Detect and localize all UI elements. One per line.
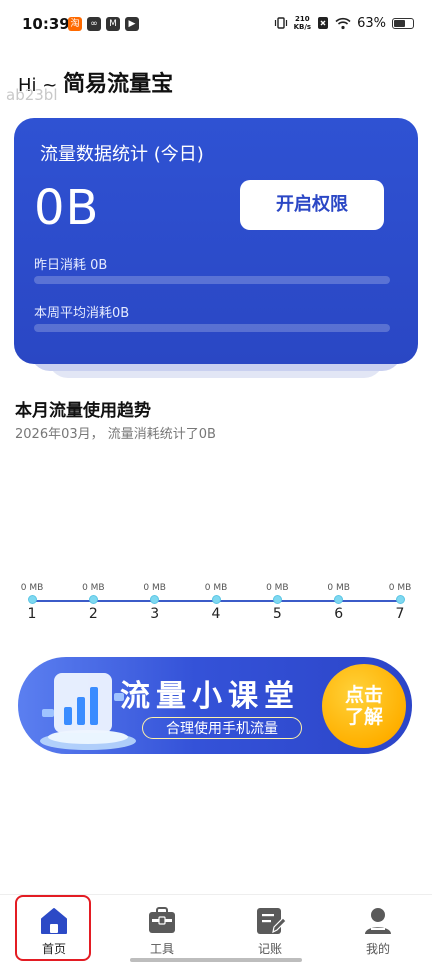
chart-point (272, 595, 282, 604)
taobao-app-icon: 淘 (68, 17, 82, 31)
chart-point (27, 595, 37, 604)
enable-permission-button[interactable]: 开启权限 (240, 180, 384, 230)
trend-subtitle: 2026年03月， 流量消耗统计了0B (15, 427, 216, 442)
chart-x-tick-label: 6 (334, 606, 344, 622)
chart-point (334, 595, 344, 604)
battery-percent: 63% (357, 15, 386, 31)
week-average-label: 本周平均消耗0B (34, 306, 130, 321)
traffic-class-banner[interactable]: 流量小课堂 合理使用手机流量 点击了解 (18, 657, 412, 754)
chart-data-label: 0 MB (82, 583, 105, 593)
battery-icon (392, 17, 414, 29)
week-average-bar (34, 324, 390, 332)
chart-point (395, 595, 405, 604)
card-title: 流量数据统计 (今日) (40, 144, 204, 165)
chart-data-label: 0 MB (388, 583, 412, 593)
status-indicators: 210 KB/s 63% (274, 15, 414, 31)
yesterday-usage-bar (34, 276, 390, 284)
chart-x-tick-label: 1 (27, 606, 37, 622)
chart-data-label: 0 MB (20, 583, 44, 593)
tab-tools[interactable]: 工具 (108, 895, 216, 965)
learn-more-button[interactable]: 点击了解 (322, 664, 406, 748)
chart-point (150, 595, 160, 604)
battery-fill (394, 19, 405, 27)
trend-title: 本月流量使用趋势 (15, 401, 151, 421)
wifi-icon (335, 17, 351, 29)
toolbox-icon (149, 907, 175, 933)
banner-subtitle: 合理使用手机流量 (142, 717, 302, 739)
status-time: 10:39 (22, 15, 70, 33)
tab-tools-label: 工具 (149, 942, 174, 956)
chart-x-tick-label: 2 (88, 606, 98, 622)
vibrate-icon (274, 17, 287, 29)
chart-data-label: 0 MB (266, 583, 289, 593)
tab-bookkeeping-label: 记账 (257, 942, 282, 956)
network-speed-value: 210 (295, 15, 310, 23)
no-sim-icon (318, 17, 329, 29)
chart-point (211, 595, 221, 604)
chart-data-label: 0 MB (204, 583, 228, 593)
play-app-icon: ▶ (125, 17, 139, 31)
user-icon (365, 908, 391, 934)
network-speed: 210 KB/s (294, 15, 311, 31)
yesterday-usage-label: 昨日消耗 0B (34, 258, 108, 273)
status-bar: 10:39 淘 ∞ M ▶ 210 KB/s 63% (0, 0, 432, 52)
traffic-stats-card: 流量数据统计 (今日) 0B 开启权限 昨日消耗 0B 本周平均消耗0B (14, 118, 418, 364)
network-speed-unit: KB/s (293, 23, 312, 31)
learn-more-label: 点击了解 (344, 684, 383, 728)
active-tab-highlight (15, 895, 91, 961)
mail-app-icon: M (106, 17, 120, 31)
chart-x-tick-label: 3 (150, 606, 160, 622)
user-id: ab23bl (6, 86, 58, 104)
link-app-icon: ∞ (87, 17, 101, 31)
chart-x-tick-label: 7 (395, 606, 405, 622)
tab-mine-label: 我的 (365, 942, 390, 956)
tab-mine[interactable]: 我的 (324, 895, 432, 965)
app-name: 简易流量宝 (63, 72, 174, 97)
notebook-edit-icon (257, 908, 286, 934)
chart-x-tick-label: 5 (272, 606, 282, 622)
today-usage-value: 0B (34, 180, 100, 236)
banner-title: 流量小课堂 (120, 679, 300, 714)
chart-x-tick-label: 4 (211, 606, 221, 622)
chart-data-label: 0 MB (327, 583, 350, 593)
chart-data-label: 0 MB (143, 583, 166, 593)
tab-bookkeeping[interactable]: 记账 (216, 895, 324, 965)
chart-point (88, 595, 98, 604)
home-indicator (130, 958, 302, 962)
status-app-icons: 淘 ∞ M ▶ (68, 17, 139, 31)
